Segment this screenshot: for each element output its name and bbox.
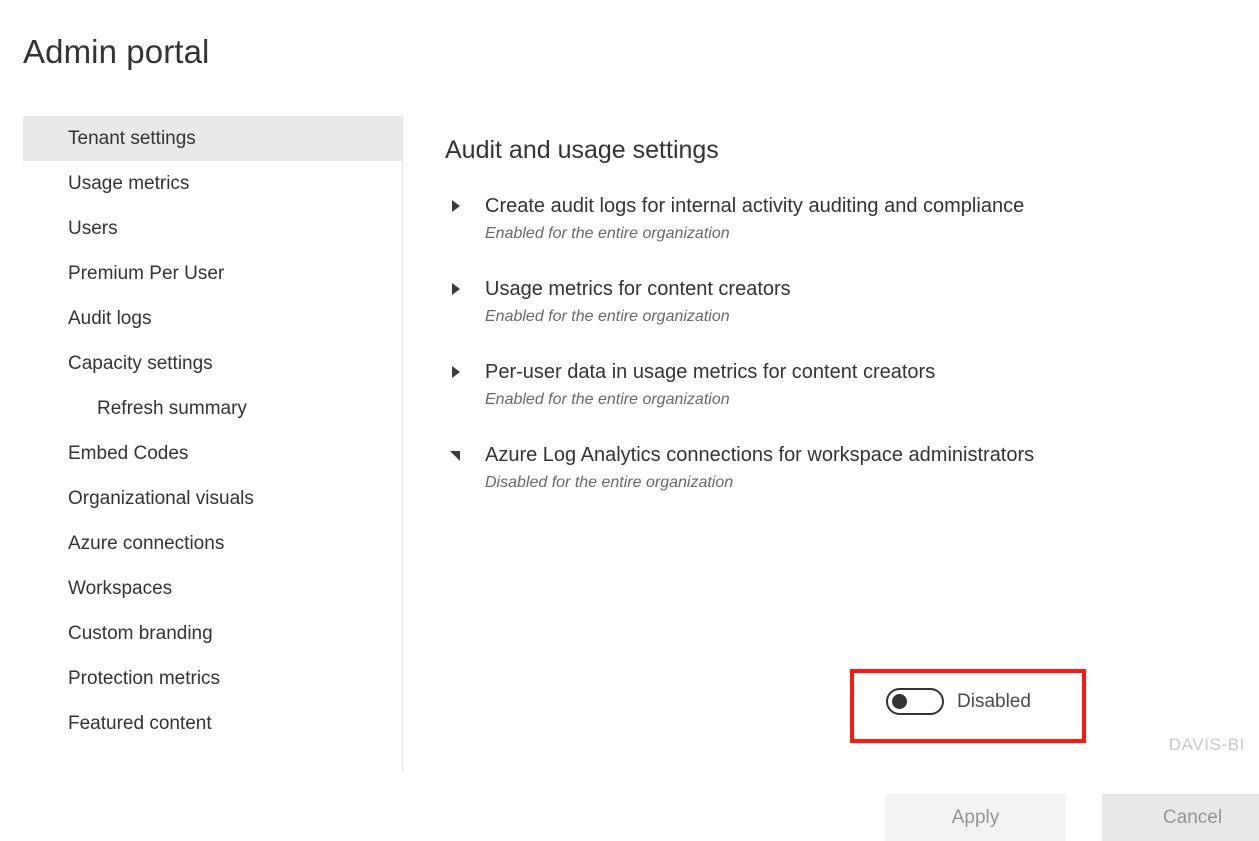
section-heading: Audit and usage settings xyxy=(445,136,719,164)
azure-log-analytics-toggle[interactable] xyxy=(886,688,944,715)
setting-title[interactable]: Per-user data in usage metrics for conte… xyxy=(485,358,1205,386)
setting-status: Enabled for the entire organization xyxy=(485,391,730,408)
watermark: DAVIS-BI xyxy=(1168,735,1245,754)
sidebar-item-refresh-summary[interactable]: Refresh summary xyxy=(23,386,402,431)
cancel-button[interactable]: Cancel xyxy=(1102,794,1259,841)
main-content: Audit and usage settings Create audit lo… xyxy=(403,116,1259,841)
sidebar-item-label: Embed Codes xyxy=(68,442,189,464)
sidebar-item-label: Custom branding xyxy=(68,622,213,644)
sidebar-item-label: Audit logs xyxy=(68,307,152,329)
sidebar-item-custom-branding[interactable]: Custom branding xyxy=(23,611,402,656)
azure-log-analytics-toggle-row: Disabled xyxy=(886,688,1031,715)
toggle-state-label: Disabled xyxy=(957,690,1031,712)
sidebar-item-label: Users xyxy=(68,217,118,239)
sidebar-item-label: Usage metrics xyxy=(68,172,190,194)
sidebar-item-audit-logs[interactable]: Audit logs xyxy=(23,296,402,341)
settings-list: Create audit logs for internal activity … xyxy=(445,192,1205,496)
sidebar-item-label: Organizational visuals xyxy=(68,487,254,509)
chevron-down-icon[interactable] xyxy=(450,449,462,461)
sidebar-item-tenant-settings[interactable]: Tenant settings xyxy=(23,116,402,161)
sidebar-item-label: Tenant settings xyxy=(68,127,196,149)
action-buttons: Apply Cancel xyxy=(885,794,1259,841)
page-title: Admin portal xyxy=(23,33,210,70)
sidebar-item-organizational-visuals[interactable]: Organizational visuals xyxy=(23,476,402,521)
sidebar-item-label: Protection metrics xyxy=(68,667,221,689)
sidebar-item-capacity-settings[interactable]: Capacity settings xyxy=(23,341,402,386)
sidebar-item-workspaces[interactable]: Workspaces xyxy=(23,566,402,611)
sidebar-item-embed-codes[interactable]: Embed Codes xyxy=(23,431,402,476)
sidebar-item-azure-connections[interactable]: Azure connections xyxy=(23,521,402,566)
sidebar-item-featured-content[interactable]: Featured content xyxy=(23,701,402,746)
setting-row: Create audit logs for internal activity … xyxy=(445,192,1205,247)
sidebar-item-label: Azure connections xyxy=(68,532,225,554)
sidebar-item-usage-metrics[interactable]: Usage metrics xyxy=(23,161,402,206)
chevron-right-icon[interactable] xyxy=(450,366,462,378)
apply-button[interactable]: Apply xyxy=(885,794,1066,841)
setting-status: Disabled for the entire organization xyxy=(485,474,734,491)
chevron-right-icon[interactable] xyxy=(450,200,462,212)
setting-title[interactable]: Azure Log Analytics connections for work… xyxy=(485,441,1205,469)
sidebar-item-label: Workspaces xyxy=(68,577,173,599)
setting-title[interactable]: Create audit logs for internal activity … xyxy=(485,192,1205,220)
sidebar-item-users[interactable]: Users xyxy=(23,206,402,251)
setting-title[interactable]: Usage metrics for content creators xyxy=(485,275,1205,303)
setting-row: Usage metrics for content creators Enable… xyxy=(445,275,1205,330)
setting-row: Per-user data in usage metrics for conte… xyxy=(445,358,1205,413)
sidebar-item-premium-per-user[interactable]: Premium Per User xyxy=(23,251,402,296)
toggle-knob-icon xyxy=(892,694,907,709)
sidebar-nav-list: Tenant settings Usage metrics Users Premium… xyxy=(0,116,402,746)
sidebar-item-label: Featured content xyxy=(68,712,212,734)
sidebar-item-protection-metrics[interactable]: Protection metrics xyxy=(23,656,402,701)
sidebar-item-label: Refresh summary xyxy=(97,397,247,419)
sidebar: Tenant settings Usage metrics Users Premium… xyxy=(0,116,403,772)
setting-status: Enabled for the entire organization xyxy=(485,308,730,325)
chevron-right-icon[interactable] xyxy=(450,283,462,295)
setting-row: Azure Log Analytics connections for work… xyxy=(445,441,1205,496)
sidebar-item-label: Premium Per User xyxy=(68,262,225,284)
sidebar-item-label: Capacity settings xyxy=(68,352,213,374)
setting-status: Enabled for the entire organization xyxy=(485,225,730,242)
